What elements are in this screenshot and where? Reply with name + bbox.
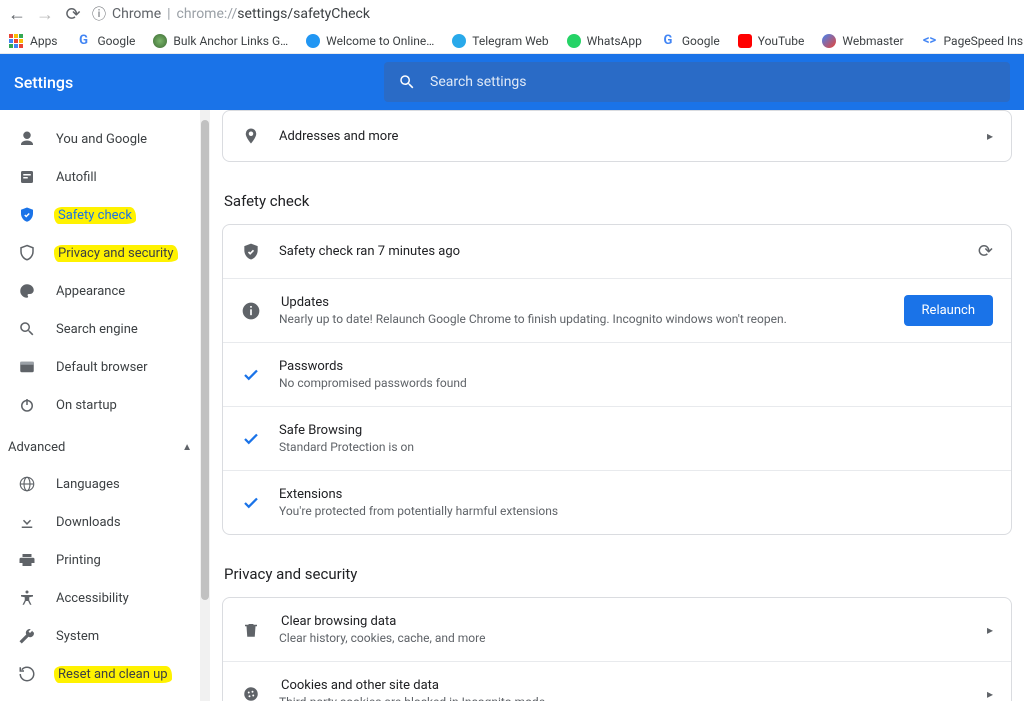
restore-icon: [18, 665, 36, 683]
safety-check-card: Safety check ran 7 minutes ago ⟳ Updates…: [222, 224, 1012, 535]
clear-browsing-data-row[interactable]: Clear browsing dataClear history, cookie…: [223, 598, 1011, 661]
bookmark-webmaster[interactable]: Webmaster: [822, 34, 903, 48]
globe-icon: [18, 475, 36, 493]
sidebar-item-on-startup[interactable]: On startup: [0, 386, 210, 424]
back-icon[interactable]: ←: [8, 4, 26, 25]
autofill-icon: [18, 168, 36, 186]
bookmark-apps[interactable]: Apps: [8, 33, 58, 49]
printer-icon: [18, 551, 36, 569]
sidebar-item-default-browser[interactable]: Default browser: [0, 348, 210, 386]
check-icon: [241, 494, 261, 512]
sidebar-item-downloads[interactable]: Downloads: [0, 503, 210, 541]
rerun-safety-check-icon[interactable]: ⟳: [978, 241, 993, 262]
bookmark-google[interactable]: GGoogle: [76, 33, 136, 49]
sidebar-item-printing[interactable]: Printing: [0, 541, 210, 579]
trash-icon: [241, 621, 261, 639]
privacy-security-heading: Privacy and security: [224, 565, 1012, 583]
sidebar-item-appearance[interactable]: Appearance: [0, 272, 210, 310]
sidebar-item-system[interactable]: System: [0, 617, 210, 655]
power-icon: [18, 396, 36, 414]
search-input[interactable]: [430, 74, 996, 90]
address-bar[interactable]: ⓘ Chrome | chrome://settings/safetyCheck: [92, 4, 370, 24]
extensions-row[interactable]: ExtensionsYou're protected from potentia…: [223, 471, 1011, 534]
site-info-icon[interactable]: ⓘ: [92, 4, 106, 24]
search-settings-box[interactable]: [384, 62, 1010, 102]
chevron-right-icon: ▸: [987, 623, 993, 637]
safe-browsing-row[interactable]: Safe BrowsingStandard Protection is on: [223, 407, 1011, 470]
browser-icon: [18, 358, 36, 376]
cookies-row[interactable]: Cookies and other site dataThird-party c…: [223, 662, 1011, 701]
safety-check-status-row: Safety check ran 7 minutes ago ⟳: [223, 225, 1011, 278]
url-scheme-label: Chrome: [112, 6, 161, 22]
shield-status-icon: [241, 242, 261, 262]
bookmark-pagespeed[interactable]: <>PageSpeed Insights: [922, 33, 1024, 49]
settings-sidebar: You and Google Autofill Safety check Pri…: [0, 110, 210, 701]
chevron-right-icon: ▸: [987, 129, 993, 143]
safety-check-heading: Safety check: [224, 192, 1012, 210]
sidebar-item-you-and-google[interactable]: You and Google: [0, 120, 210, 158]
chevron-up-icon: ▲: [182, 442, 192, 453]
forward-icon: →: [36, 4, 54, 25]
bookmarks-bar: Apps GGoogle Bulk Anchor Links G… Welcom…: [0, 28, 1024, 54]
sidebar-scrollbar[interactable]: [200, 110, 210, 701]
palette-icon: [18, 282, 36, 300]
page-title: Settings: [14, 73, 370, 92]
updates-row: Updates Nearly up to date! Relaunch Goog…: [223, 279, 1011, 342]
sidebar-item-search-engine[interactable]: Search engine: [0, 310, 210, 348]
settings-main: Addresses and more ▸ Safety check Safety…: [210, 110, 1024, 701]
cookie-icon: [241, 685, 261, 701]
addresses-card: Addresses and more ▸: [222, 110, 1012, 162]
bookmark-google-2[interactable]: GGoogle: [660, 33, 720, 49]
sidebar-item-autofill[interactable]: Autofill: [0, 158, 210, 196]
browser-nav-bar: ← → ⟳ ⓘ Chrome | chrome://settings/safet…: [0, 0, 1024, 28]
addresses-row[interactable]: Addresses and more ▸: [223, 111, 1011, 161]
wrench-icon: [18, 627, 36, 645]
chevron-right-icon: ▸: [987, 687, 993, 701]
passwords-row[interactable]: PasswordsNo compromised passwords found: [223, 343, 1011, 406]
location-icon: [241, 127, 261, 145]
check-icon: [241, 430, 261, 448]
shield-icon: [18, 244, 36, 262]
search-icon: [398, 73, 416, 91]
sidebar-item-safety-check[interactable]: Safety check: [0, 196, 210, 234]
sidebar-advanced-toggle[interactable]: Advanced▲: [0, 430, 210, 465]
download-icon: [18, 513, 36, 531]
sidebar-item-languages[interactable]: Languages: [0, 465, 210, 503]
bookmark-bulk-anchor[interactable]: Bulk Anchor Links G…: [153, 34, 288, 48]
sidebar-item-accessibility[interactable]: Accessibility: [0, 579, 210, 617]
check-icon: [241, 366, 261, 384]
bookmark-whatsapp[interactable]: WhatsApp: [567, 34, 642, 48]
person-icon: [18, 130, 36, 148]
sidebar-item-privacy-security[interactable]: Privacy and security: [0, 234, 210, 272]
privacy-card: Clear browsing dataClear history, cookie…: [222, 597, 1012, 701]
bookmark-telegram[interactable]: Telegram Web: [452, 34, 548, 48]
shield-check-icon: [18, 206, 36, 224]
bookmark-youtube[interactable]: YouTube: [738, 34, 805, 48]
reload-icon[interactable]: ⟳: [64, 4, 82, 25]
accessibility-icon: [18, 589, 36, 607]
relaunch-button[interactable]: Relaunch: [904, 295, 993, 326]
info-icon: [241, 301, 261, 321]
settings-header: Settings: [0, 54, 1024, 110]
sidebar-item-reset-cleanup[interactable]: Reset and clean up: [0, 655, 210, 693]
magnifier-icon: [18, 320, 36, 338]
bookmark-welcome-online[interactable]: Welcome to Online…: [306, 34, 434, 48]
